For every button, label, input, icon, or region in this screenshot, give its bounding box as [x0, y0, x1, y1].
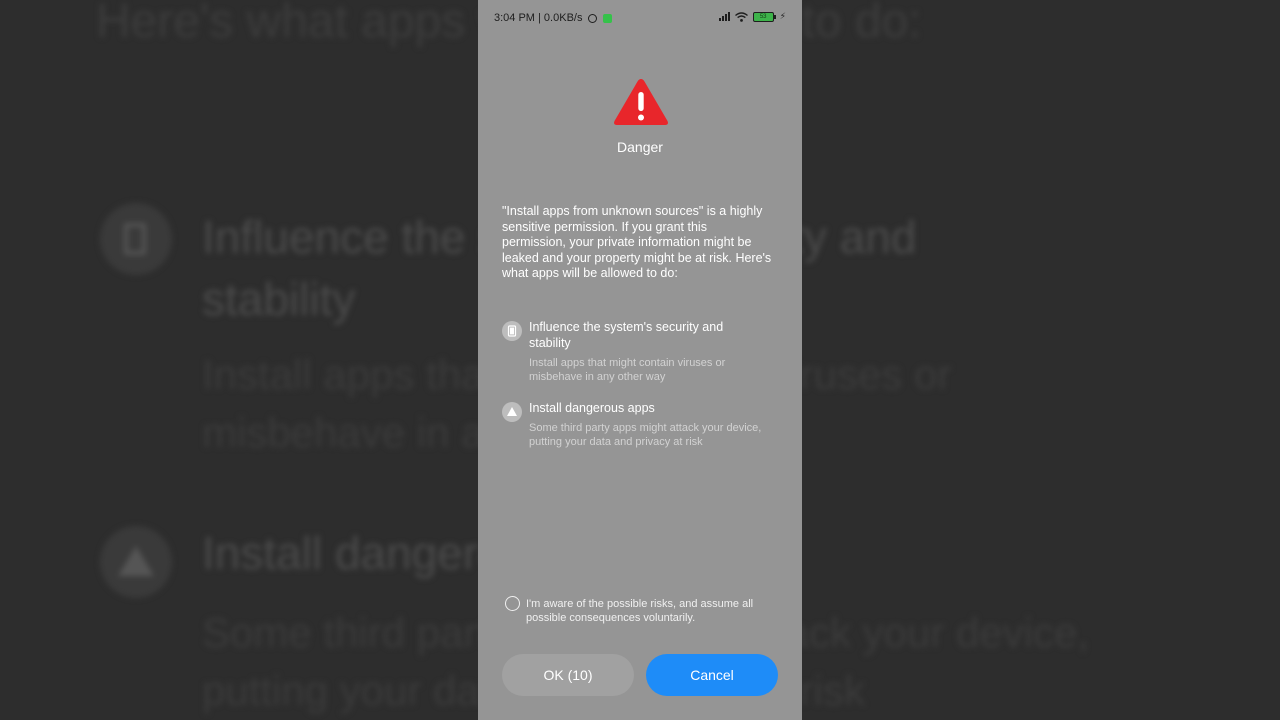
cancel-button[interactable]: Cancel: [646, 654, 778, 696]
charging-icon: ⚡: [779, 11, 786, 21]
phone-screen: 3:04 PM | 0.0KB/s 53 ⚡ Danger "Install a…: [478, 0, 802, 720]
permission-description: Some third party apps might attack your …: [529, 422, 762, 448]
status-time: 3:04 PM | 0.0KB/s: [494, 12, 583, 24]
bg-warning-icon: [100, 526, 172, 598]
phone-security-icon: [502, 321, 522, 341]
status-bar: 3:04 PM | 0.0KB/s 53 ⚡: [478, 0, 802, 34]
permission-title: Influence the system's security and stab…: [529, 320, 724, 350]
dialog-intro-text: "Install apps from unknown sources" is a…: [502, 204, 772, 280]
aware-risks-label[interactable]: I'm aware of the possible risks, and ass…: [526, 597, 782, 625]
ok-button[interactable]: OK (10): [502, 654, 634, 696]
bg-phone-security-icon: [100, 203, 172, 275]
notification-icon: [603, 13, 613, 23]
permission-description: Install apps that might contain viruses …: [529, 357, 726, 383]
wifi-icon: [734, 11, 748, 22]
warning-icon: [502, 402, 522, 422]
permission-title: Install dangerous apps: [529, 401, 655, 415]
signal-icon: [718, 12, 730, 21]
aware-risks-radio[interactable]: [505, 596, 520, 611]
dialog-title: Danger: [617, 139, 663, 155]
battery-icon: 53: [752, 11, 776, 22]
warning-triangle-icon: [614, 79, 668, 125]
alarm-icon: [588, 13, 598, 23]
